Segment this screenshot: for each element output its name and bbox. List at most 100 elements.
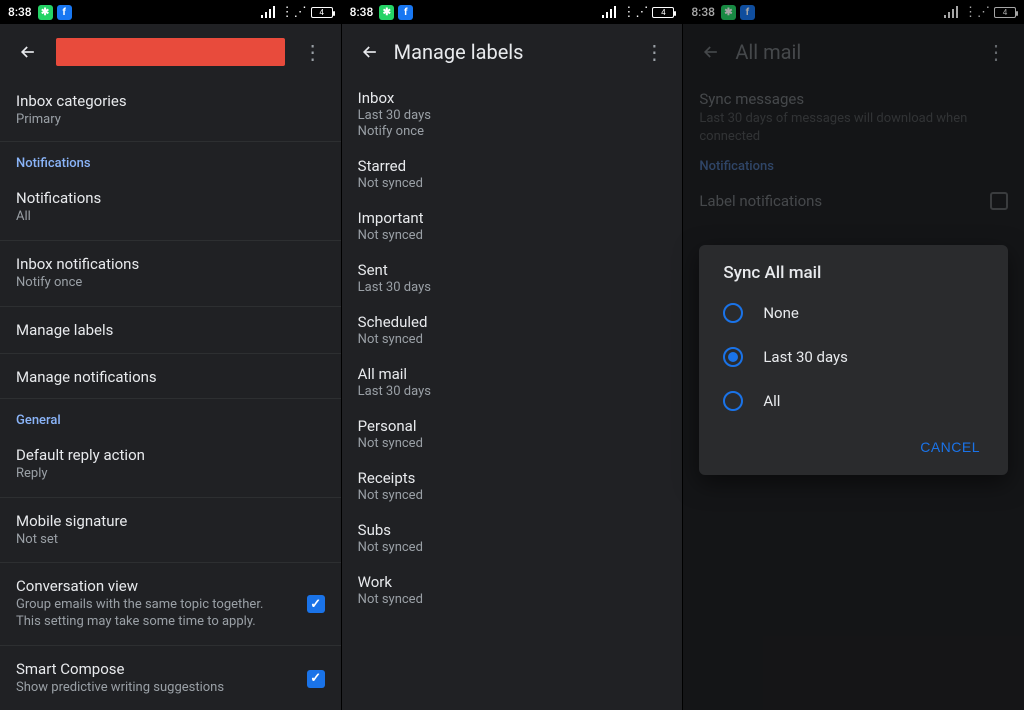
manage-labels-row[interactable]: Manage labels xyxy=(0,309,341,351)
label-status: Last 30 days xyxy=(358,384,667,399)
status-bar: 8:38 ✱ f ⋮⋰ 4 xyxy=(342,0,683,24)
label-status: Not synced xyxy=(358,592,667,607)
dialog-title: Sync All mail xyxy=(699,263,1008,291)
wifi-icon: ⋮⋰ xyxy=(622,5,648,20)
label-row[interactable]: InboxLast 30 daysNotify once xyxy=(342,80,683,148)
status-time: 8:38 xyxy=(350,5,374,19)
conversation-view-checkbox[interactable] xyxy=(307,595,325,613)
option-label: All xyxy=(763,392,780,410)
row-title: Manage notifications xyxy=(16,368,325,386)
back-button[interactable] xyxy=(350,32,390,72)
row-desc: Show predictive writing suggestions xyxy=(16,680,289,697)
radio-icon xyxy=(723,347,743,367)
label-status: Not synced xyxy=(358,540,667,555)
label-name: Sent xyxy=(358,261,667,279)
label-name: Inbox xyxy=(358,89,667,107)
radio-icon xyxy=(723,391,743,411)
label-status: Not synced xyxy=(358,488,667,503)
row-value: Notify once xyxy=(16,275,325,292)
battery-icon: 4 xyxy=(311,7,333,18)
row-title: Conversation view xyxy=(16,577,289,595)
label-name: Scheduled xyxy=(358,313,667,331)
label-name: Important xyxy=(358,209,667,227)
pane-manage-labels: 8:38 ✱f ⋮⋰4 Manage labels ⋮ InboxLast 30… xyxy=(342,0,684,710)
sync-option[interactable]: Last 30 days xyxy=(699,335,1008,379)
label-name: Starred xyxy=(358,157,667,175)
label-row[interactable]: PersonalNot synced xyxy=(342,408,683,460)
row-title: Notifications xyxy=(16,189,325,207)
page-title: Manage labels xyxy=(390,40,635,64)
label-row[interactable]: StarredNot synced xyxy=(342,148,683,200)
back-arrow-icon xyxy=(360,42,380,62)
overflow-menu-button[interactable]: ⋮ xyxy=(634,32,674,72)
label-name: Subs xyxy=(358,521,667,539)
row-value: Reply xyxy=(16,466,325,483)
label-status: Not synced xyxy=(358,176,667,191)
status-icons-left: ✱ f xyxy=(38,5,72,20)
radio-icon xyxy=(723,303,743,323)
status-icons-right: ⋮⋰ 4 xyxy=(261,5,333,20)
label-row[interactable]: SentLast 30 days xyxy=(342,252,683,304)
label-row[interactable]: All mailLast 30 days xyxy=(342,356,683,408)
label-name: Receipts xyxy=(358,469,667,487)
dialog-overlay[interactable]: Sync All mail None Last 30 days All CANCEL xyxy=(683,0,1024,710)
label-status: Last 30 days xyxy=(358,280,667,295)
facebook-icon: f xyxy=(57,5,72,20)
mobile-signature-row[interactable]: Mobile signature Not set xyxy=(0,500,341,561)
back-arrow-icon xyxy=(18,42,38,62)
account-email-redacted xyxy=(56,38,285,66)
labels-list: InboxLast 30 daysNotify onceStarredNot s… xyxy=(342,80,683,710)
label-row[interactable]: ReceiptsNot synced xyxy=(342,460,683,512)
row-value: All xyxy=(16,209,325,226)
overflow-menu-button[interactable]: ⋮ xyxy=(293,32,333,72)
label-status: Not synced xyxy=(358,228,667,243)
sync-dialog: Sync All mail None Last 30 days All CANCEL xyxy=(699,245,1008,475)
row-title: Smart Compose xyxy=(16,660,289,678)
smart-compose-row[interactable]: Smart Compose Show predictive writing su… xyxy=(0,648,341,709)
facebook-icon: f xyxy=(398,5,413,20)
label-status2: Notify once xyxy=(358,124,667,139)
back-button[interactable] xyxy=(8,32,48,72)
status-bar: 8:38 ✱ f ⋮⋰ 4 xyxy=(0,0,341,24)
header: Manage labels ⋮ xyxy=(342,24,683,80)
conversation-view-row[interactable]: Conversation view Group emails with the … xyxy=(0,565,341,643)
section-notifications: Notifications xyxy=(0,142,341,177)
label-name: Work xyxy=(358,573,667,591)
sync-option[interactable]: None xyxy=(699,291,1008,335)
option-label: None xyxy=(763,304,799,322)
label-status: Last 30 days xyxy=(358,108,667,123)
inbox-notifications-row[interactable]: Inbox notifications Notify once xyxy=(0,243,341,304)
whatsapp-icon: ✱ xyxy=(38,5,53,20)
signal-icon xyxy=(261,6,277,18)
smart-compose-checkbox[interactable] xyxy=(307,670,325,688)
signal-icon xyxy=(602,6,618,18)
dialog-actions: CANCEL xyxy=(699,423,1008,467)
settings-content: Inbox categories Primary Notifications N… xyxy=(0,80,341,710)
sync-option[interactable]: All xyxy=(699,379,1008,423)
default-reply-row[interactable]: Default reply action Reply xyxy=(0,434,341,495)
label-row[interactable]: ImportantNot synced xyxy=(342,200,683,252)
label-status: Not synced xyxy=(358,332,667,347)
cancel-button[interactable]: CANCEL xyxy=(908,431,992,463)
inbox-categories-row[interactable]: Inbox categories Primary xyxy=(0,80,341,142)
pane-account-settings: 8:38 ✱ f ⋮⋰ 4 ⋮ Inbox categories xyxy=(0,0,342,710)
label-status: Not synced xyxy=(358,436,667,451)
label-row[interactable]: SubsNot synced xyxy=(342,512,683,564)
battery-icon: 4 xyxy=(652,7,674,18)
wifi-icon: ⋮⋰ xyxy=(281,5,307,20)
row-value: Primary xyxy=(16,112,325,129)
manage-notifications-row[interactable]: Manage notifications xyxy=(0,356,341,399)
row-title: Default reply action xyxy=(16,446,325,464)
whatsapp-icon: ✱ xyxy=(379,5,394,20)
row-title: Mobile signature xyxy=(16,512,325,530)
notifications-row[interactable]: Notifications All xyxy=(0,177,341,238)
label-name: Personal xyxy=(358,417,667,435)
label-name: All mail xyxy=(358,365,667,383)
status-time: 8:38 xyxy=(8,5,32,19)
label-row[interactable]: WorkNot synced xyxy=(342,564,683,616)
row-title: Inbox notifications xyxy=(16,255,325,273)
option-label: Last 30 days xyxy=(763,348,848,366)
row-title: Manage labels xyxy=(16,321,325,339)
row-value: Not set xyxy=(16,532,325,549)
label-row[interactable]: ScheduledNot synced xyxy=(342,304,683,356)
